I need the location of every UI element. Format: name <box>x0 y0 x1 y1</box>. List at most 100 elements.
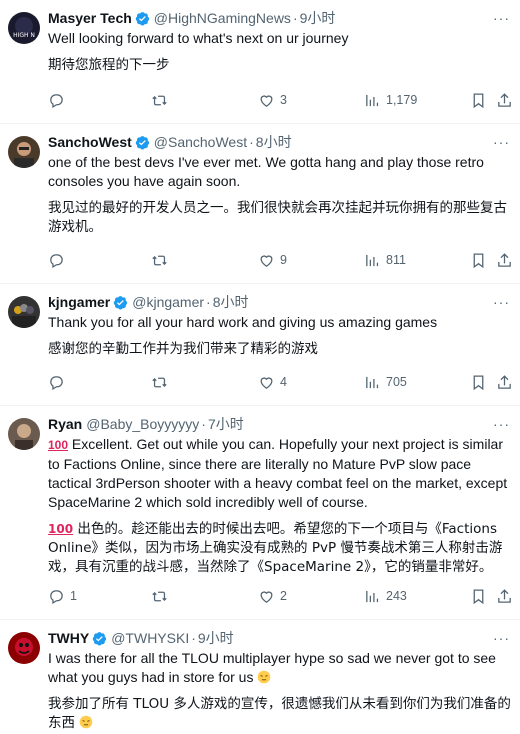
avatar[interactable] <box>8 296 40 328</box>
views-icon <box>366 376 379 388</box>
author-handle[interactable]: @TWHYSKI <box>111 630 189 646</box>
author-name[interactable]: Masyer Tech <box>48 10 132 26</box>
author-name[interactable]: SanchoWest <box>48 134 132 150</box>
retweet-button[interactable] <box>151 252 173 269</box>
tweet-text: one of the best devs I've ever met. We g… <box>48 154 484 189</box>
more-options-icon[interactable]: ··· <box>493 134 510 150</box>
author-name[interactable]: kjngamer <box>48 294 110 310</box>
reply-icon <box>50 253 63 268</box>
heart-icon <box>260 254 273 267</box>
author-handle[interactable]: @SanchoWest <box>154 134 247 150</box>
like-button[interactable]: 2 <box>258 588 287 605</box>
heart-icon <box>260 376 273 389</box>
separator-dot: · <box>292 10 298 26</box>
tweet-translation: 我参加了所有 TLOU 多人游戏的宣传，很遗憾我们从未看到你们为我们准备的东西 <box>48 696 511 731</box>
tweet[interactable]: SanchoWest @SanchoWest · 8小时 ··· one of … <box>0 124 520 284</box>
share-button[interactable] <box>496 374 513 391</box>
avatar[interactable] <box>8 418 40 450</box>
author-name[interactable]: Ryan <box>48 416 82 432</box>
share-button[interactable] <box>496 92 513 109</box>
tweet[interactable]: HIGH N Masyer Tech @HighNGamingNews · 9小… <box>0 0 520 124</box>
tweet-translation: 我见过的最好的开发人员之一。我们很快就会再次挂起并玩你拥有的那些复古游戏机。 <box>48 200 507 235</box>
view-count: 705 <box>386 375 407 389</box>
author-handle[interactable]: @HighNGamingNews <box>154 10 291 26</box>
timestamp[interactable]: 8小时 <box>213 292 249 312</box>
reply-button[interactable]: 1 <box>48 588 77 605</box>
tweet-text: Thank you for all your hard work and giv… <box>48 314 438 330</box>
views-button[interactable]: 705 <box>364 374 407 391</box>
like-button[interactable]: 3 <box>258 92 287 109</box>
tweet-text-wrap: I was there for all the TLOU multiplayer… <box>48 649 514 687</box>
bookmark-button[interactable] <box>470 92 487 109</box>
retweet-button[interactable] <box>151 374 173 391</box>
tweet-actions: 1 2 243 <box>48 586 513 606</box>
tweet-actions: 4 705 <box>48 372 513 392</box>
views-button[interactable]: 1,179 <box>364 92 417 109</box>
separator-dot: · <box>249 134 254 150</box>
tweet[interactable]: Ryan @Baby_Boyyyyyy · 7小时 ··· 100 Excell… <box>0 406 520 620</box>
timestamp[interactable]: 9小时 <box>198 628 234 648</box>
bookmark-icon <box>473 92 484 108</box>
reply-icon <box>50 589 63 604</box>
more-options-icon[interactable]: ··· <box>493 294 510 310</box>
heart-icon <box>260 590 273 603</box>
reply-icon <box>50 93 63 108</box>
timestamp[interactable]: 7小时 <box>208 414 244 434</box>
bookmark-icon <box>473 252 484 268</box>
reply-count: 1 <box>70 589 77 603</box>
share-button[interactable] <box>496 252 513 269</box>
retweet-icon <box>152 377 167 387</box>
tweet-translation-wrap: 100 出色的。趁还能出去的时候出去吧。希望您的下一个项目与《Factions … <box>48 520 514 577</box>
author-name[interactable]: TWHY <box>48 630 89 646</box>
retweet-icon <box>152 591 167 601</box>
share-icon <box>498 92 511 107</box>
views-icon <box>366 254 379 266</box>
bookmark-icon <box>473 374 484 390</box>
views-button[interactable]: 811 <box>364 252 406 269</box>
tweet-translation: 感谢您的辛勤工作并为我们带来了精彩的游戏 <box>48 341 318 357</box>
timestamp[interactable]: 9小时 <box>300 8 336 28</box>
hundred-points-emoji: 100 <box>48 438 69 452</box>
tweet-actions: 9 811 <box>48 250 513 270</box>
pensive-face-emoji-icon <box>258 670 271 684</box>
author-handle[interactable]: @kjngamer <box>132 294 204 310</box>
heart-icon <box>260 94 273 107</box>
view-count: 811 <box>386 253 406 267</box>
more-options-icon[interactable]: ··· <box>493 10 510 26</box>
view-count: 243 <box>386 589 407 603</box>
reply-button[interactable] <box>48 374 70 391</box>
tweet[interactable]: kjngamer @kjngamer · 8小时 ··· Thank you f… <box>0 284 520 406</box>
bookmark-button[interactable] <box>470 374 487 391</box>
more-options-icon[interactable]: ··· <box>493 630 510 646</box>
avatar[interactable]: HIGH N <box>8 12 40 44</box>
retweet-button[interactable] <box>151 588 173 605</box>
like-button[interactable]: 4 <box>258 374 287 391</box>
like-count: 9 <box>280 253 287 267</box>
author-handle[interactable]: @Baby_Boyyyyyy <box>86 416 199 432</box>
views-button[interactable]: 243 <box>364 588 407 605</box>
tweet-text: Well looking forward to what's next on u… <box>48 30 349 46</box>
timestamp[interactable]: 8小时 <box>256 132 292 152</box>
tweet[interactable]: TWHY @TWHYSKI · 9小时 ··· I was there for … <box>0 620 520 734</box>
bookmark-button[interactable] <box>470 588 487 605</box>
views-icon <box>366 590 379 602</box>
reply-button[interactable] <box>48 252 70 269</box>
bookmark-icon <box>473 588 484 604</box>
share-icon <box>498 374 511 389</box>
separator-dot: · <box>206 294 211 310</box>
share-icon <box>498 588 511 603</box>
share-button[interactable] <box>496 588 513 605</box>
avatar[interactable] <box>8 632 40 664</box>
tweet-translation-wrap: 我参加了所有 TLOU 多人游戏的宣传，很遗憾我们从未看到你们为我们准备的东西 <box>48 695 514 733</box>
separator-dot: · <box>201 416 206 432</box>
tweet-text-wrap: 100 Excellent. Get out while you can. Ho… <box>48 435 514 512</box>
more-options-icon[interactable]: ··· <box>493 416 510 432</box>
like-button[interactable]: 9 <box>258 252 287 269</box>
avatar[interactable] <box>8 136 40 168</box>
reply-button[interactable] <box>48 92 70 109</box>
bookmark-button[interactable] <box>470 252 487 269</box>
reply-feed: HIGH N Masyer Tech @HighNGamingNews · 9小… <box>0 0 520 734</box>
svg-text:HIGH N: HIGH N <box>13 32 35 39</box>
like-count: 4 <box>280 375 287 389</box>
retweet-button[interactable] <box>151 92 173 109</box>
